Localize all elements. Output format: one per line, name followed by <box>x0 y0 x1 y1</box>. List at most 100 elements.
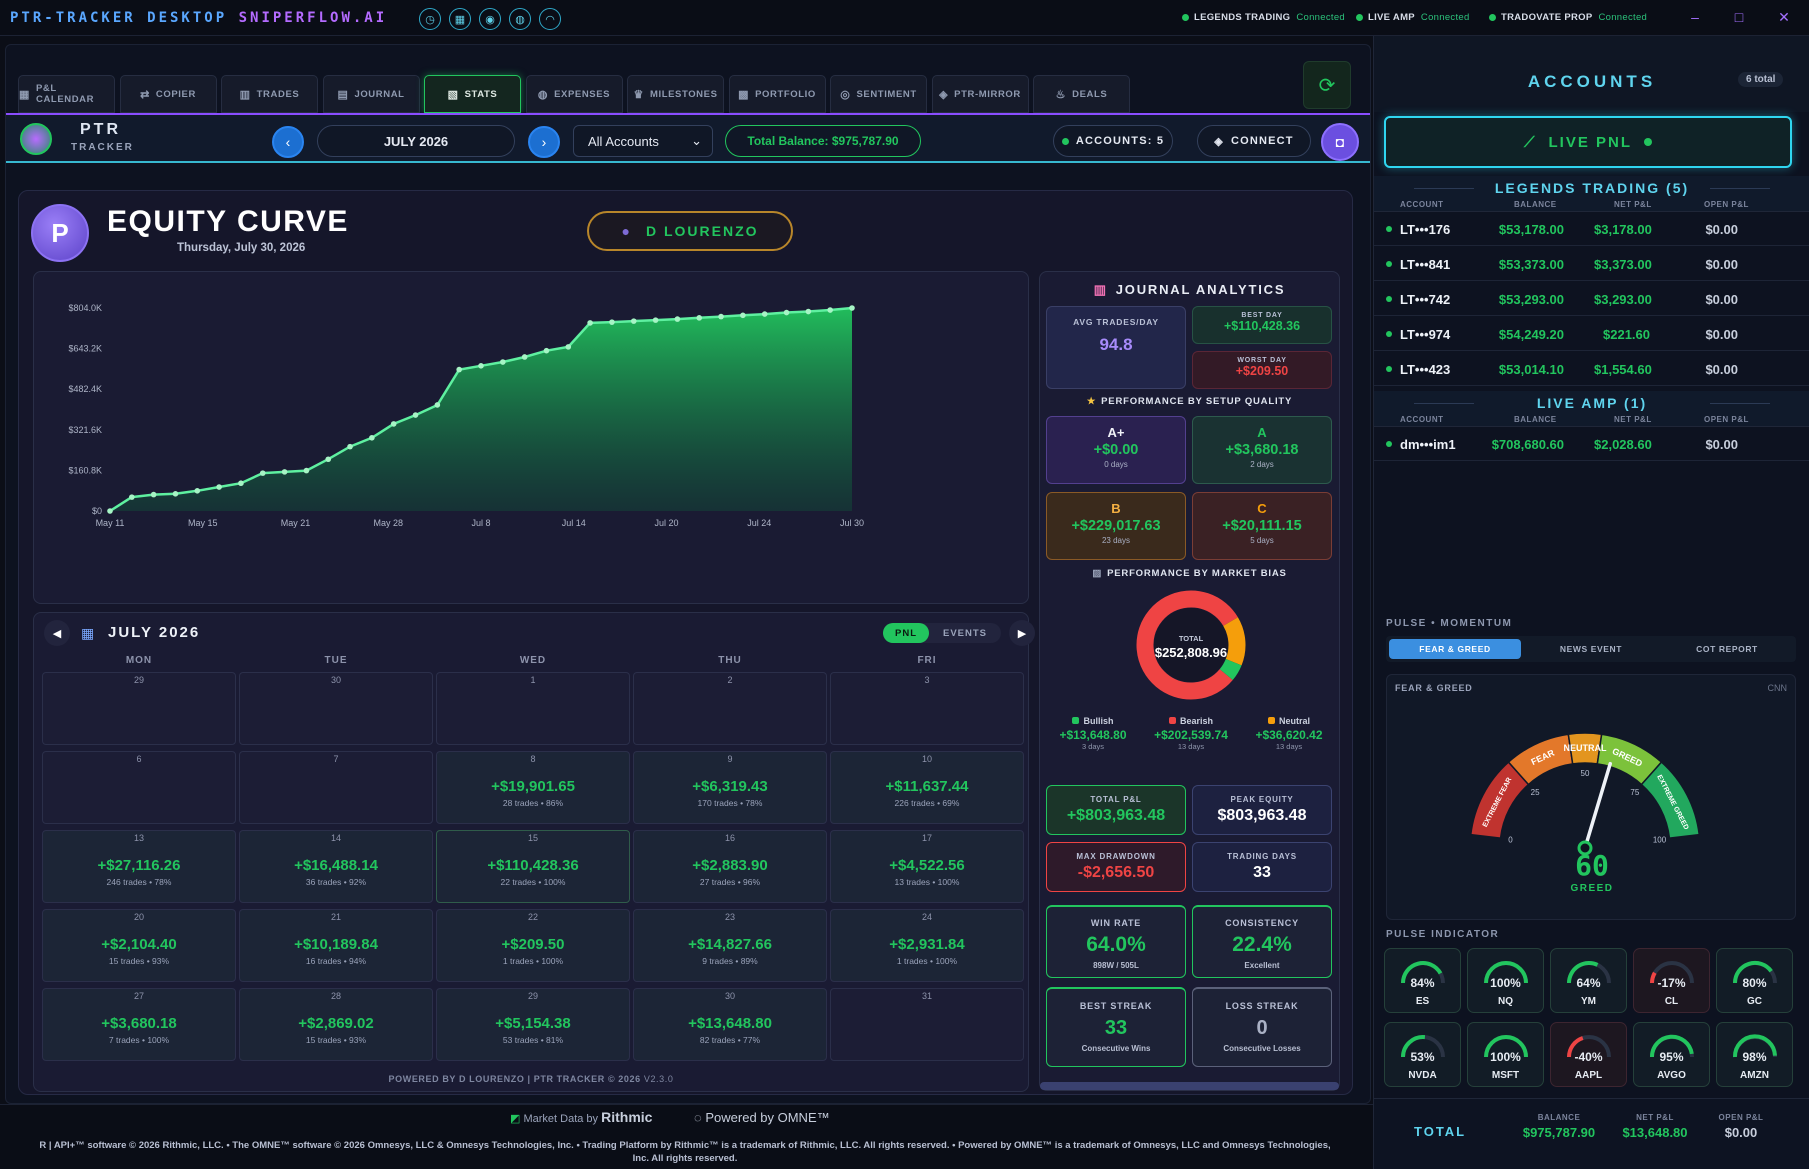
tab-copier[interactable]: ⇄ COPIER <box>119 75 217 113</box>
calendar-day-cell[interactable]: 7 <box>239 751 433 824</box>
status-dot-icon <box>1182 14 1189 21</box>
calendar-day-cell[interactable]: 6 <box>42 751 236 824</box>
indicator-msft[interactable]: 100% MSFT <box>1467 1022 1544 1087</box>
calendar-day-cell[interactable]: 1 <box>436 672 630 745</box>
calendar-day-cell[interactable]: 20 +$2,104.40 15 trades • 93% <box>42 909 236 982</box>
calendar-day-cell[interactable]: 29 <box>42 672 236 745</box>
toggle-pnl[interactable]: PNL <box>883 623 929 643</box>
equity-point <box>172 491 179 497</box>
clock-icon[interactable]: ◷ <box>419 8 441 30</box>
tab-portfolio[interactable]: ▩ PORTFOLIO <box>728 75 826 113</box>
calendar-day-cell[interactable]: 15 +$110,428.36 22 trades • 100% <box>436 830 630 903</box>
plug-icon: ◈ <box>1214 135 1224 148</box>
tab-milestones[interactable]: ♛ MILESTONES <box>627 75 724 113</box>
gauge-icon[interactable]: ◠ <box>539 8 561 30</box>
tab-expenses[interactable]: ◍ EXPENSES <box>525 75 623 113</box>
calendar-prev-button[interactable]: ◀ <box>44 620 70 646</box>
account-row[interactable]: LT•••423 $53,014.10 $1,554.60 $0.00 <box>1374 352 1809 386</box>
toggle-events[interactable]: EVENTS <box>929 623 1001 643</box>
account-row[interactable]: LT•••742 $53,293.00 $3,293.00 $0.00 <box>1374 282 1809 316</box>
day-number: 27 <box>133 991 144 1001</box>
calendar-day-cell[interactable]: 21 +$10,189.84 16 trades • 94% <box>239 909 433 982</box>
day-number: 29 <box>527 991 538 1001</box>
calendar-day-cell[interactable]: 31 <box>830 988 1024 1061</box>
calculator-icon[interactable]: ▦ <box>449 8 471 30</box>
pulse-tabs: FEAR & GREED NEWS EVENT COT REPORT <box>1386 636 1796 662</box>
calendar-day-cell[interactable]: 13 +$27,116.26 246 trades • 78% <box>42 830 236 903</box>
account-row[interactable]: dm•••im1 $708,680.60 $2,028.60 $0.00 <box>1374 427 1809 461</box>
indicator-symbol: MSFT <box>1491 1070 1520 1081</box>
calendar-day-cell[interactable]: 17 +$4,522.56 13 trades • 100% <box>830 830 1024 903</box>
account-select[interactable]: All Accounts ⌄ <box>573 125 713 157</box>
indicator-ym[interactable]: 64% YM <box>1550 948 1627 1013</box>
calendar-day-cell[interactable]: 14 +$16,488.14 36 trades • 92% <box>239 830 433 903</box>
account-balance: $54,249.20 <box>1498 327 1564 342</box>
indicator-gc[interactable]: 80% GC <box>1716 948 1793 1013</box>
loss-streak-tile: LOSS STREAK 0 Consecutive Losses <box>1192 987 1332 1067</box>
indicator-nq[interactable]: 100% NQ <box>1467 948 1544 1013</box>
calendar-footer: POWERED BY D LOURENZO | PTR TRACKER © 20… <box>388 1074 674 1084</box>
calendar-day-cell[interactable]: 30 <box>239 672 433 745</box>
equity-panel: P EQUITY CURVE Thursday, July 30, 2026 ●… <box>18 190 1353 1095</box>
avg-trades-tile: AVG TRADES/DAY 94.8 <box>1046 306 1186 389</box>
calendar-day-cell[interactable]: 22 +$209.50 1 trades • 100% <box>436 909 630 982</box>
minimize-button[interactable]: – <box>1681 6 1709 28</box>
live-pnl-button[interactable]: ⟋ LIVE PNL <box>1384 116 1792 168</box>
tab-news-event[interactable]: NEWS EVENT <box>1524 636 1658 662</box>
tab-p-l-calendar[interactable]: ▦ P&L CALENDAR <box>18 75 115 113</box>
chat-icon[interactable]: ◍ <box>509 8 531 30</box>
indicator-avgo[interactable]: 95% AVGO <box>1633 1022 1710 1087</box>
indicator-cl[interactable]: -17% CL <box>1633 948 1710 1013</box>
day-number: 23 <box>724 912 735 922</box>
market-bias-title: ▨ PERFORMANCE BY MARKET BIAS <box>1092 568 1287 579</box>
eye-icon[interactable]: ◉ <box>479 8 501 30</box>
accounts-panel: ACCOUNTS 6 total ⟋ LIVE PNL LEGENDS TRADI… <box>1373 36 1809 1169</box>
calendar-day-cell[interactable]: 3 <box>830 672 1024 745</box>
connection-live-amp: LIVE AMP Connected <box>1356 12 1470 23</box>
tab-label: STATS <box>464 88 498 100</box>
journal-scrollbar[interactable] <box>1040 1082 1339 1090</box>
account-row[interactable]: LT•••974 $54,249.20 $221.60 $0.00 <box>1374 317 1809 351</box>
maximize-button[interactable]: □ <box>1725 6 1753 28</box>
tab-sentiment[interactable]: ◎ SENTIMENT <box>830 75 927 113</box>
calendar-day-cell[interactable]: 30 +$13,648.80 82 trades • 77% <box>633 988 827 1061</box>
account-row[interactable]: LT•••841 $53,373.00 $3,373.00 $0.00 <box>1374 247 1809 281</box>
calendar-day-cell[interactable]: 2 <box>633 672 827 745</box>
indicator-amzn[interactable]: 98% AMZN <box>1716 1022 1793 1087</box>
calendar-day-cell[interactable]: 24 +$2,931.84 1 trades • 100% <box>830 909 1024 982</box>
calendar-day-cell[interactable]: 9 +$6,319.43 170 trades • 78% <box>633 751 827 824</box>
tab-fear-greed[interactable]: FEAR & GREED <box>1389 639 1521 659</box>
indicator-aapl[interactable]: -40% AAPL <box>1550 1022 1627 1087</box>
tab-cot-report[interactable]: COT REPORT <box>1658 636 1796 662</box>
calendar-day-cell[interactable]: 28 +$2,869.02 15 trades • 93% <box>239 988 433 1061</box>
day-number: 13 <box>133 833 144 843</box>
calendar-next-button[interactable]: ▶ <box>1009 620 1035 646</box>
calendar-day-cell[interactable]: 23 +$14,827.66 9 trades • 89% <box>633 909 827 982</box>
equity-point <box>456 366 462 373</box>
column-header: NET P&L <box>1614 415 1652 424</box>
day-pnl: +$16,488.14 <box>294 857 378 874</box>
calendar-day-cell[interactable]: 16 +$2,883.90 27 trades • 96% <box>633 830 827 903</box>
calendar-day-cell[interactable]: 29 +$5,154.38 53 trades • 81% <box>436 988 630 1061</box>
close-button[interactable]: ✕ <box>1770 6 1798 28</box>
tab-trades[interactable]: ▥ TRADES <box>221 75 318 113</box>
tab-ptr-mirror[interactable]: ◈ PTR-MIRROR <box>931 75 1029 113</box>
tab-journal[interactable]: ▤ JOURNAL <box>322 75 420 113</box>
day-pnl: +$6,319.43 <box>692 778 768 795</box>
indicator-nvda[interactable]: 53% NVDA <box>1384 1022 1461 1087</box>
day-pnl: +$2,883.90 <box>692 857 768 874</box>
profile-button[interactable]: ◘ <box>1321 123 1359 161</box>
equity-point <box>521 354 528 360</box>
calendar-day-cell[interactable]: 10 +$11,637.44 226 trades • 69% <box>830 751 1024 824</box>
account-row[interactable]: LT•••176 $53,178.00 $3,178.00 $0.00 <box>1374 212 1809 246</box>
calendar-day-cell[interactable]: 8 +$19,901.65 28 trades • 86% <box>436 751 630 824</box>
connect-button[interactable]: ◈ CONNECT <box>1197 125 1311 157</box>
calendar-day-cell[interactable]: 27 +$3,680.18 7 trades • 100% <box>42 988 236 1061</box>
day-pnl: +$14,827.66 <box>688 936 772 953</box>
indicator-es[interactable]: 84% ES <box>1384 948 1461 1013</box>
tab-stats[interactable]: ▧ STATS <box>424 75 521 113</box>
tab-deals[interactable]: ♨ DEALS <box>1033 75 1130 113</box>
refresh-button[interactable]: ⟳ <box>1303 61 1351 109</box>
next-month-button[interactable]: › <box>528 126 560 158</box>
prev-month-button[interactable]: ‹ <box>272 126 304 158</box>
